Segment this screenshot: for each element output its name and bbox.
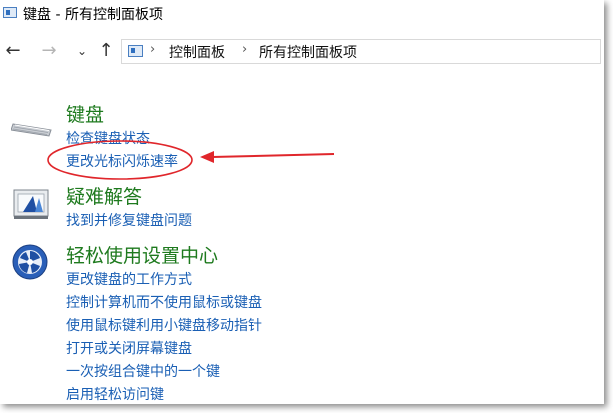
link-control-without-mouse-keyboard[interactable]: 控制计算机而不使用鼠标或键盘 [66, 292, 262, 312]
annotation-arrow-shaft [211, 153, 335, 158]
address-bar[interactable]: › 控制面板 › 所有控制面板项 [121, 39, 601, 64]
window: 键盘 - 所有控制面板项 ← → ⌄ ↑ › 控制面板 › 所有控制面板项 键盘… [0, 0, 604, 404]
back-arrow-icon[interactable]: ← [1, 39, 25, 63]
link-enable-access-keys[interactable]: 启用轻松访问键 [66, 384, 164, 404]
link-check-keyboard-status[interactable]: 检查键盘状态 [66, 128, 150, 148]
annotation-arrowhead [200, 151, 214, 163]
title-bar: 键盘 - 所有控制面板项 [0, 0, 604, 28]
link-mouse-keys[interactable]: 使用鼠标键利用小键盘移动指针 [66, 315, 262, 335]
section-title-troubleshooting[interactable]: 疑难解答 [66, 182, 142, 209]
keyboard-icon [10, 118, 55, 142]
section-title-keyboard[interactable]: 键盘 [66, 100, 104, 127]
chevron-right-icon[interactable]: › [150, 42, 155, 57]
link-change-keyboard-works[interactable]: 更改键盘的工作方式 [66, 269, 192, 289]
window-title: 键盘 - 所有控制面板项 [23, 7, 163, 23]
troubleshoot-icon [13, 188, 51, 220]
breadcrumb-all-items[interactable]: 所有控制面板项 [259, 42, 357, 62]
ease-of-access-icon [12, 244, 48, 280]
control-panel-icon [128, 45, 143, 57]
forward-arrow-icon[interactable]: → [37, 39, 61, 63]
chevron-right-icon[interactable]: › [242, 42, 247, 57]
control-panel-icon [3, 7, 17, 18]
link-on-screen-keyboard[interactable]: 打开或关闭屏幕键盘 [66, 338, 192, 358]
link-find-fix-keyboard-problems[interactable]: 找到并修复键盘问题 [66, 210, 192, 230]
section-title-ease-of-access[interactable]: 轻松使用设置中心 [66, 241, 218, 268]
navigation-bar: ← → ⌄ ↑ › 控制面板 › 所有控制面板项 [0, 37, 604, 67]
up-arrow-icon[interactable]: ↑ [94, 39, 118, 63]
chevron-down-icon[interactable]: ⌄ [70, 39, 94, 63]
breadcrumb-control-panel[interactable]: 控制面板 [169, 42, 225, 62]
link-sticky-keys[interactable]: 一次按组合键中的一个键 [66, 361, 220, 381]
link-change-cursor-blink-rate[interactable]: 更改光标闪烁速率 [66, 151, 178, 171]
